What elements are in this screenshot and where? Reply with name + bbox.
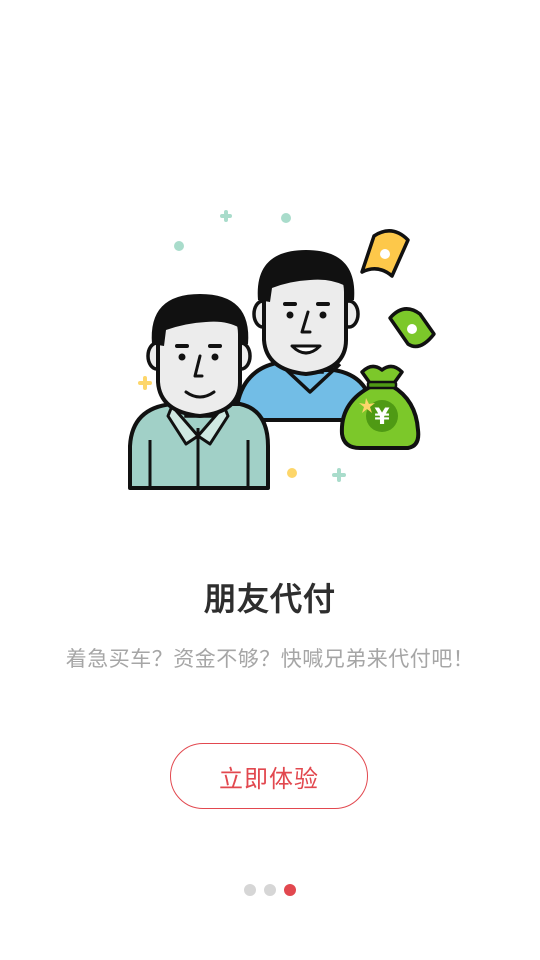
page-dot-2[interactable] <box>264 884 276 896</box>
page-dot-1[interactable] <box>244 884 256 896</box>
page-title: 朋友代付 <box>203 580 336 618</box>
yen-symbol: ¥ <box>374 405 390 430</box>
try-now-button[interactable]: 立即体验 <box>170 743 368 809</box>
banknote-icon <box>360 229 436 349</box>
page-indicator <box>0 884 540 896</box>
friend-back-figure <box>234 250 374 422</box>
page-subtitle: 着急买车？资金不够？快喊兄弟来代付吧！ <box>65 647 475 671</box>
friends-illustration: ¥ <box>128 210 436 490</box>
page-dot-3[interactable] <box>284 884 296 896</box>
